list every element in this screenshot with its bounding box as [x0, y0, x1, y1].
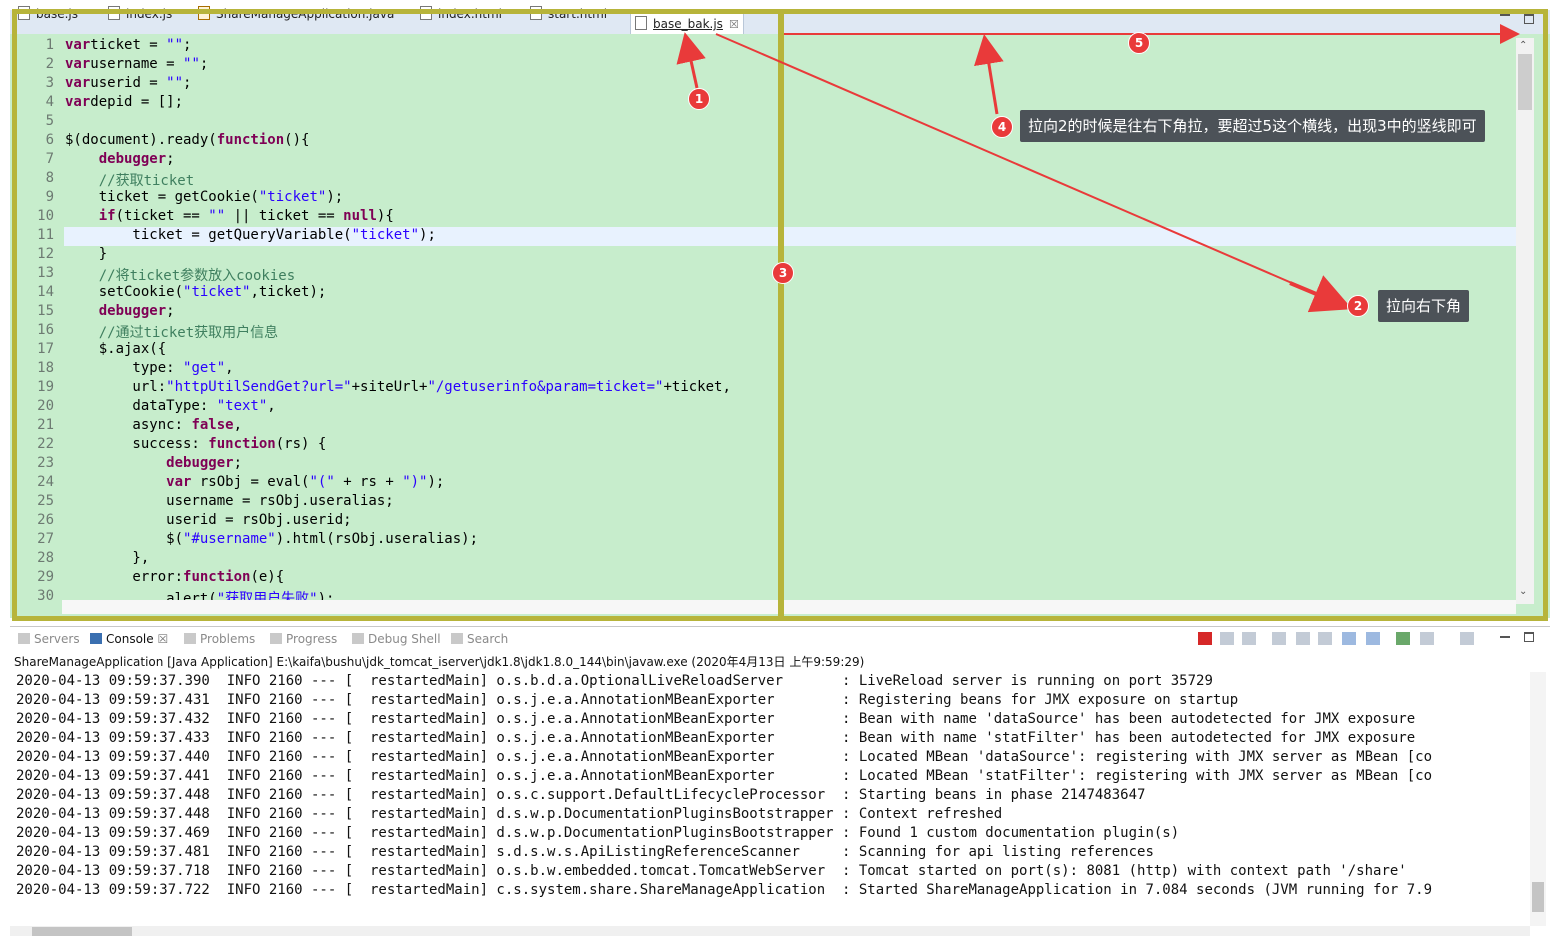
show-on-output-icon[interactable]: [1342, 632, 1356, 645]
minimize-icon[interactable]: [1500, 636, 1510, 638]
log-line: 2020-04-13 09:59:37.390 INFO 2160 --- [ …: [16, 673, 1213, 689]
log-line: 2020-04-13 09:59:37.432 INFO 2160 --- [ …: [16, 711, 1416, 727]
scroll-lock-icon[interactable]: [1296, 632, 1310, 645]
annotation-tooltip-4: 拉向2的时候是往右下角拉，要超过5这个横线，出现3中的竖线即可: [1020, 110, 1485, 142]
progress-icon: [270, 633, 282, 644]
log-line: 2020-04-13 09:59:37.448 INFO 2160 --- [ …: [16, 787, 1146, 803]
maximize-icon[interactable]: [1524, 632, 1534, 642]
badge-2: 2: [1347, 295, 1369, 317]
tab-debug-shell[interactable]: Debug Shell: [352, 632, 441, 646]
open-console-icon[interactable]: [1460, 632, 1474, 645]
log-line: 2020-04-13 09:59:37.469 INFO 2160 --- [ …: [16, 825, 1180, 841]
badge-1: 1: [688, 88, 710, 110]
log-line: 2020-04-13 09:59:37.718 INFO 2160 --- [ …: [16, 863, 1407, 879]
log-line: 2020-04-13 09:59:37.433 INFO 2160 --- [ …: [16, 730, 1416, 746]
console-launch-header: ShareManageApplication [Java Application…: [14, 655, 865, 669]
tab-problems[interactable]: Problems: [184, 632, 255, 646]
badge-3: 3: [772, 262, 794, 284]
arrow-1: [676, 32, 706, 89]
console-icon: [90, 633, 102, 644]
problems-icon: [184, 633, 196, 644]
annotation-tooltip-2: 拉向右下角: [1378, 290, 1470, 322]
badge-5: 5: [1128, 32, 1150, 54]
word-wrap-icon[interactable]: [1318, 632, 1332, 645]
remove-launch-icon[interactable]: [1220, 632, 1234, 645]
close-icon[interactable]: ☒: [157, 632, 168, 646]
arrow-2-line: [715, 33, 1346, 307]
remove-all-icon[interactable]: [1242, 632, 1256, 645]
console-horizontal-scrollbar[interactable]: [10, 926, 1530, 936]
search-icon: [451, 633, 463, 644]
console-scroll-thumb[interactable]: [1532, 882, 1544, 912]
log-line: 2020-04-13 09:59:37.448 INFO 2160 --- [ …: [16, 806, 1003, 822]
debug-shell-icon: [352, 633, 364, 644]
log-line: 2020-04-13 09:59:37.441 INFO 2160 --- [ …: [16, 768, 1433, 784]
tab-progress[interactable]: Progress: [270, 632, 337, 646]
arrow-4: [974, 34, 1004, 115]
tab-console[interactable]: Console ☒: [90, 632, 168, 646]
clear-console-icon[interactable]: [1272, 632, 1286, 645]
log-line: 2020-04-13 09:59:37.440 INFO 2160 --- [ …: [16, 749, 1433, 765]
tab-servers[interactable]: Servers: [18, 632, 80, 646]
terminate-icon[interactable]: [1198, 632, 1212, 645]
show-on-error-icon[interactable]: [1366, 632, 1380, 645]
servers-icon: [18, 633, 30, 644]
log-line: 2020-04-13 09:59:37.431 INFO 2160 --- [ …: [16, 692, 1239, 708]
console-horizontal-thumb[interactable]: [32, 927, 132, 936]
tab-search[interactable]: Search: [451, 632, 508, 646]
arrow-2-head: [1289, 275, 1353, 313]
log-line: 2020-04-13 09:59:37.481 INFO 2160 --- [ …: [16, 844, 1154, 860]
badge-4: 4: [991, 116, 1013, 138]
pin-console-icon[interactable]: [1396, 632, 1410, 645]
display-console-icon[interactable]: [1420, 632, 1434, 645]
log-line: 2020-04-13 09:59:37.722 INFO 2160 --- [ …: [16, 882, 1433, 898]
